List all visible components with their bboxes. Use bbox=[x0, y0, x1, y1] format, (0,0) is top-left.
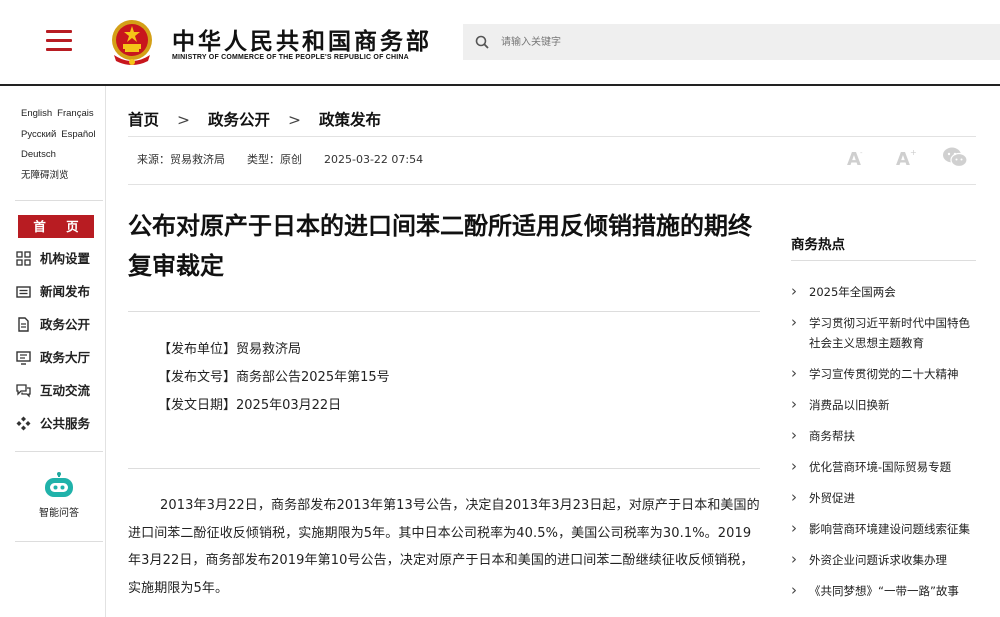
lang-french[interactable]: Français bbox=[57, 108, 93, 119]
svg-text:-: - bbox=[860, 149, 863, 157]
search-icon[interactable] bbox=[475, 35, 489, 49]
hot-topic-link[interactable]: 优化营商环境-国际贸易专题 bbox=[791, 456, 981, 477]
chat-icon bbox=[16, 384, 31, 398]
font-decrease-icon[interactable]: A - bbox=[845, 146, 867, 168]
lang-german[interactable]: Deutsch bbox=[21, 149, 56, 160]
divider bbox=[128, 311, 760, 312]
hot-topic-link[interactable]: 2025年全国两会 bbox=[791, 281, 981, 302]
smart-qa-label: 智能问答 bbox=[39, 508, 79, 519]
divider bbox=[128, 136, 976, 137]
national-emblem-icon bbox=[112, 20, 152, 65]
breadcrumb: 首页 > 政务公开 > 政策发布 bbox=[128, 108, 381, 130]
service-icon bbox=[16, 416, 31, 431]
smart-qa-button[interactable]: 智能问答 bbox=[15, 456, 103, 542]
sidebar-divider-vertical bbox=[105, 86, 106, 617]
document-info: 【发布单位】贸易救济局 【发布文号】商务部公告2025年第15号 【发文日期】2… bbox=[158, 336, 390, 420]
wechat-share-icon[interactable] bbox=[942, 146, 968, 168]
sidebar-nav: 首 页 机构设置 新闻发布 政务公开 政务大厅 互动交流 公共服务 bbox=[15, 200, 103, 452]
divider bbox=[128, 468, 760, 469]
hot-topic-link[interactable]: 学习贯彻习近平新时代中国特色社会主义思想主题教育 bbox=[791, 312, 981, 353]
chevron-right-icon: > bbox=[177, 111, 191, 129]
sidebar-item-organization[interactable]: 机构设置 bbox=[15, 242, 103, 275]
sidebar-item-label: 新闻发布 bbox=[40, 284, 91, 299]
sidebar-item-label: 机构设置 bbox=[40, 251, 91, 266]
sidebar-item-home[interactable]: 首 页 bbox=[18, 215, 94, 238]
hot-topic-link[interactable]: 学习宣传贯彻党的二十大精神 bbox=[791, 363, 981, 384]
sidebar-item-label: 政务公开 bbox=[40, 317, 91, 332]
robot-assistant-icon bbox=[45, 472, 73, 497]
divider bbox=[128, 184, 976, 185]
hot-topics-list: 2025年全国两会 学习贯彻习近平新时代中国特色社会主义思想主题教育 学习宣传贯… bbox=[791, 281, 981, 612]
hot-topic-link[interactable]: 商务帮扶 bbox=[791, 425, 981, 446]
svg-text:A: A bbox=[847, 149, 861, 168]
document-icon bbox=[18, 317, 29, 332]
sidebar-item-interaction[interactable]: 互动交流 bbox=[15, 374, 103, 407]
site-title[interactable]: 中华人民共和国商务部 bbox=[172, 22, 432, 56]
hot-topic-link[interactable]: 外资企业问题诉求收集办理 bbox=[791, 549, 981, 570]
article-meta: 来源：贸易救济局 类型：原创 2025-03-22 07:54 bbox=[137, 151, 445, 167]
doc-issue-date: 【发文日期】2025年03月22日 bbox=[158, 398, 342, 413]
meta-type: 类型：原创 bbox=[247, 153, 302, 166]
breadcrumb-home[interactable]: 首页 bbox=[128, 111, 159, 129]
hot-topic-link[interactable]: 外贸促进 bbox=[791, 487, 981, 508]
svg-text:A: A bbox=[896, 149, 910, 168]
chevron-right-icon: > bbox=[288, 111, 302, 129]
org-grid-icon bbox=[16, 251, 31, 266]
sidebar-item-public-service[interactable]: 公共服务 bbox=[15, 407, 103, 440]
doc-number: 【发布文号】商务部公告2025年第15号 bbox=[158, 370, 390, 385]
sidebar-item-news[interactable]: 新闻发布 bbox=[15, 275, 103, 308]
hot-topic-link[interactable]: 消费品以旧换新 bbox=[791, 394, 981, 415]
svg-text:+: + bbox=[910, 148, 917, 157]
sidebar-item-service-hall[interactable]: 政务大厅 bbox=[15, 341, 103, 374]
hamburger-menu-icon[interactable] bbox=[46, 30, 72, 52]
divider bbox=[791, 260, 976, 261]
site-header: 中华人民共和国商务部 MINISTRY OF COMMERCE OF THE P… bbox=[0, 0, 1000, 86]
meta-date: 2025-03-22 07:54 bbox=[324, 153, 424, 166]
news-icon bbox=[16, 286, 31, 298]
hot-topic-link[interactable]: 影响营商环境建设问题线索征集 bbox=[791, 518, 981, 539]
hot-topic-link[interactable]: 《共同梦想》“一带一路”故事 bbox=[791, 580, 981, 601]
accessibility-link[interactable]: 无障碍浏览 bbox=[21, 170, 69, 181]
lang-english[interactable]: English bbox=[21, 108, 52, 119]
meta-source: 来源：贸易救济局 bbox=[137, 153, 225, 166]
sidebar-divider bbox=[15, 451, 103, 452]
language-links: English Français Русский Español Deutsch 无… bbox=[21, 104, 101, 186]
article-title: 公布对原产于日本的进口间苯二酚所适用反倾销措施的期终复审裁定 bbox=[128, 212, 752, 280]
sidebar-item-public-affairs[interactable]: 政务公开 bbox=[15, 308, 103, 341]
lang-russian[interactable]: Русский bbox=[21, 129, 56, 140]
breadcrumb-policy-release[interactable]: 政策发布 bbox=[319, 111, 381, 129]
site-subtitle: MINISTRY OF COMMERCE OF THE PEOPLE'S REP… bbox=[172, 54, 409, 61]
font-increase-icon[interactable]: A + bbox=[895, 146, 919, 168]
search-bar bbox=[463, 24, 1000, 60]
hot-topics-title: 商务热点 bbox=[791, 237, 845, 253]
sidebar-item-label: 公共服务 bbox=[40, 416, 91, 431]
doc-issuer: 【发布单位】贸易救济局 bbox=[158, 342, 302, 357]
breadcrumb-public-affairs[interactable]: 政务公开 bbox=[208, 111, 270, 129]
article-paragraph: 2013年3月22日，商务部发布2013年第13号公告，决定自2013年3月23… bbox=[128, 498, 760, 596]
monitor-icon bbox=[16, 351, 31, 365]
lang-spanish[interactable]: Español bbox=[61, 129, 95, 140]
sidebar-item-label: 政务大厅 bbox=[40, 350, 91, 365]
sidebar-item-label: 互动交流 bbox=[40, 383, 91, 398]
search-input[interactable] bbox=[501, 24, 981, 60]
